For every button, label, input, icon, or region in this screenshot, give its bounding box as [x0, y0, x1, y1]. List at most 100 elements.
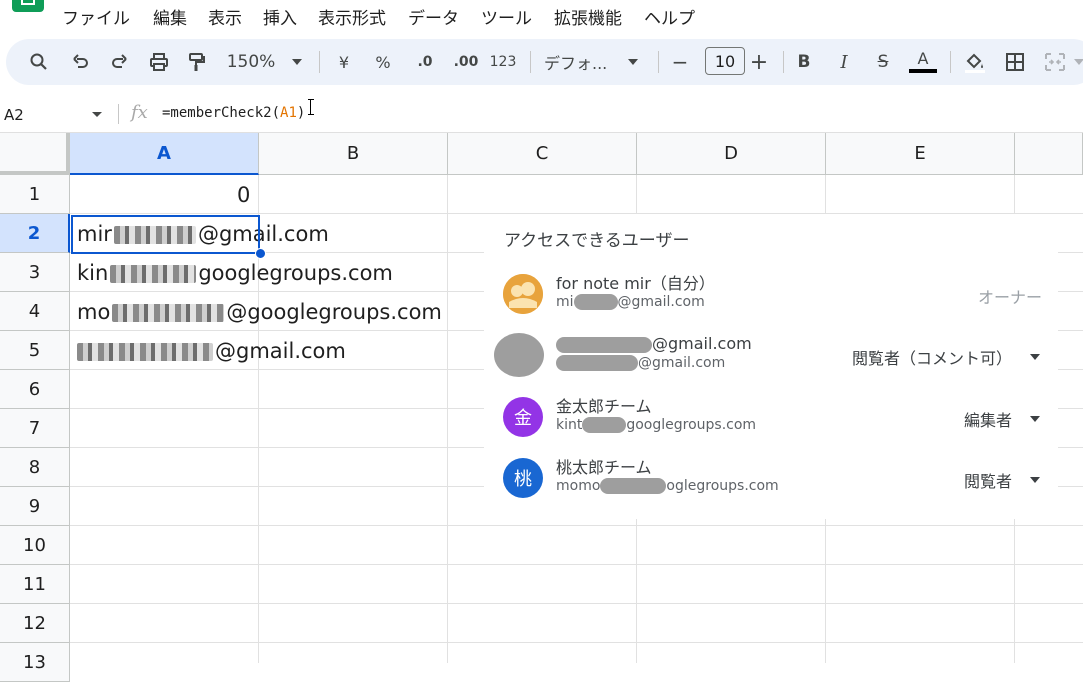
search-icon[interactable]	[26, 39, 52, 85]
column-header-c[interactable]: C	[448, 133, 637, 175]
menu-view[interactable]: 表示	[208, 4, 242, 29]
zoom-chevron-down-icon[interactable]	[290, 39, 304, 85]
access-panel: アクセスできるユーザー for note mir（自分） mi @gmail.co…	[484, 214, 1058, 519]
fx-icon: fx	[131, 102, 148, 123]
row-header-4[interactable]: 4	[0, 292, 70, 331]
decrease-decimal-button[interactable]: .0	[411, 39, 439, 85]
sheets-logo-icon[interactable]	[12, 0, 44, 12]
column-header-b[interactable]: B	[259, 133, 448, 175]
row-header-5[interactable]: 5	[0, 331, 70, 370]
redacted-text	[77, 343, 213, 361]
row-header-2[interactable]: 2	[0, 214, 70, 253]
user-name: @gmail.com	[556, 334, 752, 353]
more-formats-button[interactable]: 123	[488, 39, 518, 85]
font-chevron-down-icon[interactable]	[626, 39, 640, 85]
row-header-8[interactable]: 8	[0, 448, 70, 487]
zoom-select[interactable]: 150%	[224, 39, 278, 85]
row-header-11[interactable]: 11	[0, 565, 70, 604]
redacted-text	[582, 417, 627, 433]
bold-button[interactable]: B	[794, 39, 814, 85]
row-header-10[interactable]: 10	[0, 526, 70, 565]
menu-insert[interactable]: 挿入	[263, 4, 297, 29]
percent-format-button[interactable]: %	[372, 39, 394, 85]
font-family-select[interactable]: デフォ...	[544, 39, 626, 85]
user-row-owner: for note mir（自分） mi @gmail.com オーナー	[484, 264, 1058, 326]
chevron-down-icon	[1030, 477, 1040, 483]
row-header-12[interactable]: 12	[0, 604, 70, 643]
redacted-text	[556, 336, 652, 353]
select-all-corner[interactable]	[0, 133, 70, 175]
undo-icon[interactable]	[68, 39, 94, 85]
role-dropdown[interactable]: 閲覧者（コメント可）	[852, 345, 1040, 369]
menu-file[interactable]: ファイル	[62, 4, 130, 29]
name-box-chevron-down-icon[interactable]	[92, 112, 102, 117]
currency-format-button[interactable]: ¥	[334, 39, 354, 85]
user-email: mi @gmail.com	[556, 294, 705, 310]
redacted-text	[112, 304, 225, 322]
row-header-7[interactable]: 7	[0, 409, 70, 448]
row-header-13[interactable]: 13	[0, 643, 70, 682]
user-email: @gmail.com	[556, 355, 725, 371]
column-header-a[interactable]: A	[70, 133, 259, 175]
user-name: for note mir（自分）	[556, 274, 715, 293]
fill-handle[interactable]	[255, 248, 266, 259]
text-cursor-icon	[308, 99, 314, 115]
cell-a4[interactable]: mo @googlegroups.com	[77, 300, 442, 324]
cell-a3[interactable]: kin googlegroups.com	[77, 261, 393, 285]
menu-help[interactable]: ヘルプ	[644, 4, 695, 29]
merge-chevron-down-icon[interactable]	[1072, 39, 1083, 85]
avatar: 桃	[503, 458, 543, 498]
toolbar: 150% ¥ % .0 .00 123 デフォ... − 10 + B I S …	[6, 39, 1083, 85]
menu-extensions[interactable]: 拡張機能	[554, 4, 622, 29]
user-name: 桃太郎チーム	[556, 458, 652, 477]
increase-decimal-button[interactable]: .00	[450, 39, 482, 85]
role-label: オーナー	[977, 288, 1042, 307]
menu-bar: ファイル 編集 表示 挿入 表示形式 データ ツール 拡張機能 ヘルプ	[0, 0, 1083, 32]
row-header-6[interactable]: 6	[0, 370, 70, 409]
column-header-f[interactable]	[1015, 133, 1083, 175]
formula-bar: A2 fx =memberCheck2(A1)	[0, 96, 1083, 133]
strikethrough-button[interactable]: S	[873, 39, 893, 85]
menu-format[interactable]: 表示形式	[318, 4, 386, 29]
chevron-down-icon	[1030, 354, 1040, 360]
font-size-input[interactable]: 10	[705, 47, 745, 75]
row-header-3[interactable]: 3	[0, 253, 70, 292]
redo-icon[interactable]	[106, 39, 132, 85]
fill-color-icon[interactable]	[960, 39, 990, 85]
role-dropdown[interactable]: 閲覧者	[964, 468, 1040, 492]
cell-a5[interactable]: @gmail.com	[77, 339, 346, 363]
increase-font-size-button[interactable]: +	[749, 39, 769, 85]
redacted-text	[110, 265, 197, 283]
selected-cell-border	[71, 215, 260, 254]
formula-input[interactable]: =memberCheck2(A1)	[162, 105, 305, 121]
formula-reference: A1	[280, 105, 297, 121]
column-header-d[interactable]: D	[637, 133, 826, 175]
avatar: 金	[503, 397, 543, 437]
avatar	[503, 274, 543, 314]
user-email: momo oglegroups.com	[556, 478, 779, 494]
decrease-font-size-button[interactable]: −	[670, 39, 690, 85]
menu-tools[interactable]: ツール	[481, 4, 532, 29]
user-row-viewer-commenter: @gmail.com @gmail.com 閲覧者（コメント可）	[484, 325, 1058, 387]
cell-a1[interactable]: 0	[237, 183, 250, 207]
merge-cells-icon[interactable]	[1042, 39, 1068, 85]
row-header-9[interactable]: 9	[0, 487, 70, 526]
menu-edit[interactable]: 編集	[153, 4, 187, 29]
chevron-down-icon	[1030, 416, 1040, 422]
redacted-text	[556, 355, 638, 371]
italic-button[interactable]: I	[834, 39, 854, 85]
user-name: 金太郎チーム	[556, 397, 652, 416]
user-email: kint googlegroups.com	[556, 417, 757, 433]
name-box[interactable]: A2	[4, 106, 24, 124]
column-header-e[interactable]: E	[826, 133, 1015, 175]
row-header-1[interactable]: 1	[0, 175, 70, 214]
paint-format-icon[interactable]	[184, 39, 210, 85]
menu-data[interactable]: データ	[408, 4, 459, 29]
print-icon[interactable]	[146, 39, 172, 85]
role-dropdown[interactable]: 編集者	[964, 407, 1040, 431]
redacted-text	[600, 478, 667, 494]
blurred-avatar	[494, 333, 544, 377]
borders-icon[interactable]	[1002, 39, 1028, 85]
text-color-swatch	[909, 69, 937, 73]
text-color-button[interactable]: A	[908, 39, 938, 85]
